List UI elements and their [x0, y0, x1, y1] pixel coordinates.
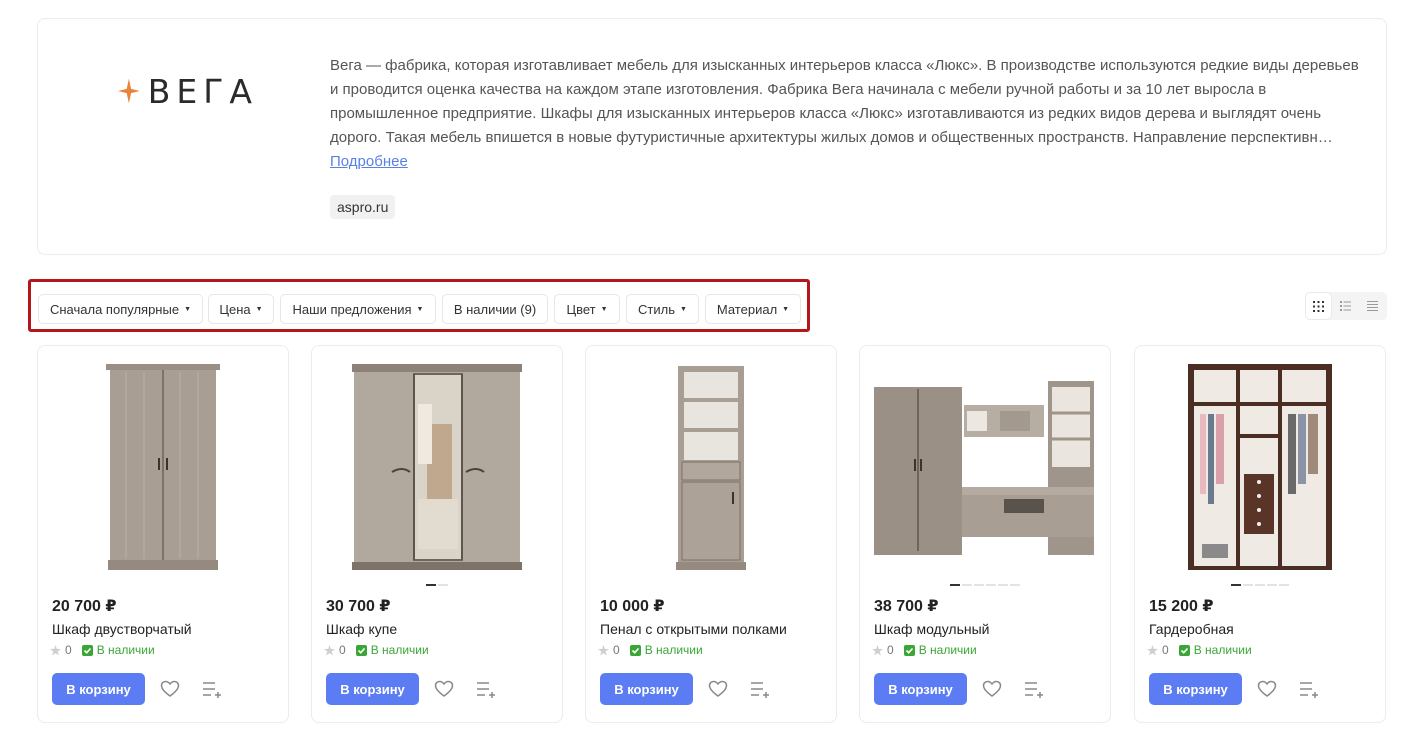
offers-filter[interactable]: Наши предложения ▼	[280, 294, 436, 324]
filter-label: Цвет	[566, 301, 596, 317]
star-icon	[872, 644, 883, 656]
rating-count: 0	[65, 643, 72, 657]
product-meta: 0 В наличии	[872, 643, 977, 657]
product-name[interactable]: Пенал с открытыми полками	[600, 621, 787, 637]
compare-icon[interactable]	[476, 679, 498, 699]
heart-icon[interactable]	[1257, 679, 1277, 699]
product-card[interactable]: 38 700 ₽ Шкаф модульный 0 В наличии В ко…	[859, 345, 1111, 723]
stock-status: В наличии	[1193, 643, 1252, 657]
list-icon	[1340, 301, 1351, 311]
filter-label: Цена	[219, 301, 251, 317]
compare-icon[interactable]	[1024, 679, 1046, 699]
product-meta: 0 В наличии	[1147, 643, 1252, 657]
product-card[interactable]: 15 200 ₽ Гардеробная 0 В наличии В корзи…	[1134, 345, 1386, 723]
check-icon	[81, 644, 93, 656]
stock-status: В наличии	[918, 643, 977, 657]
heart-icon[interactable]	[160, 679, 180, 699]
product-price: 10 000 ₽	[600, 598, 665, 615]
heart-icon[interactable]	[982, 679, 1002, 699]
filter-label: Материал	[716, 301, 778, 317]
check-icon	[629, 644, 641, 656]
product-price: 38 700 ₽	[874, 598, 939, 615]
product-meta: 0 В наличии	[50, 643, 155, 657]
filter-label: Сначала популярные	[49, 301, 180, 317]
compare-icon[interactable]	[750, 679, 772, 699]
add-to-cart-button[interactable]: В корзину	[1149, 673, 1242, 705]
add-to-cart-button[interactable]: В корзину	[326, 673, 419, 705]
product-card[interactable]: 20 700 ₽ Шкаф двустворчатый 0 В наличии …	[37, 345, 289, 723]
filter-label: Стиль	[638, 301, 676, 317]
rating-count: 0	[887, 643, 894, 657]
rating-count: 0	[339, 643, 346, 657]
heart-icon[interactable]	[434, 679, 454, 699]
grid-view-button[interactable]	[1305, 292, 1332, 320]
product-price: 20 700 ₽	[52, 598, 117, 615]
image-slider-dots[interactable]	[312, 584, 562, 587]
image-slider-dots[interactable]	[1135, 584, 1385, 587]
check-icon	[1178, 644, 1190, 656]
color-filter[interactable]: Цвет ▼	[554, 294, 620, 324]
product-card[interactable]: 10 000 ₽ Пенал с открытыми полками 0 В н…	[585, 345, 837, 723]
brand-card: ВЕГА Вега — фабрика, которая изготавлива…	[37, 18, 1387, 255]
product-meta: 0 В наличии	[324, 643, 429, 657]
compare-icon[interactable]	[1299, 679, 1321, 699]
add-to-cart-button[interactable]: В корзину	[52, 673, 145, 705]
brand-description-text: Вега — фабрика, которая изготавливает ме…	[330, 57, 1359, 146]
check-icon	[355, 644, 367, 656]
table-icon	[1367, 301, 1378, 311]
star-icon	[324, 644, 335, 656]
brand-description: Вега — фабрика, которая изготавливает ме…	[330, 54, 1360, 174]
product-price: 30 700 ₽	[326, 598, 391, 615]
heart-icon[interactable]	[708, 679, 728, 699]
read-more-link[interactable]: Подробнее	[330, 152, 408, 172]
caret-down-icon: ▼	[782, 305, 790, 313]
image-slider-dots[interactable]	[860, 584, 1110, 587]
star-logo-icon	[118, 78, 140, 104]
caret-down-icon: ▼	[416, 305, 424, 313]
stock-status: В наличии	[370, 643, 429, 657]
product-image[interactable]	[312, 358, 562, 580]
star-icon	[50, 644, 61, 656]
caret-down-icon: ▼	[680, 305, 687, 313]
product-card[interactable]: 30 700 ₽ Шкаф купе 0 В наличии В корзину	[311, 345, 563, 723]
product-image[interactable]	[1135, 358, 1385, 580]
compare-icon[interactable]	[202, 679, 224, 699]
add-to-cart-button[interactable]: В корзину	[600, 673, 693, 705]
filter-bar: Сначала популярные ▼ Цена ▼ Наши предложен…	[28, 279, 810, 332]
caret-down-icon: ▼	[184, 305, 191, 313]
stock-status: В наличии	[96, 643, 155, 657]
product-image[interactable]	[586, 358, 836, 580]
view-switch	[1305, 292, 1387, 320]
in-stock-filter[interactable]: В наличии (9)	[442, 294, 548, 324]
table-view-button[interactable]	[1359, 292, 1386, 320]
brand-logo[interactable]: ВЕГА	[118, 71, 258, 111]
material-filter[interactable]: Материал ▼	[705, 294, 801, 324]
filter-label: В наличии (9)	[453, 301, 537, 317]
rating-count: 0	[613, 643, 620, 657]
add-to-cart-button[interactable]: В корзину	[874, 673, 967, 705]
product-name[interactable]: Гардеробная	[1149, 621, 1234, 637]
caret-down-icon: ▼	[600, 305, 608, 313]
brand-logo-text: ВЕГА	[147, 71, 258, 111]
star-icon	[1147, 644, 1158, 656]
check-icon	[903, 644, 915, 656]
filter-label: Наши предложения	[292, 301, 412, 317]
style-filter[interactable]: Стиль ▼	[626, 294, 699, 324]
grid-icon	[1313, 300, 1324, 312]
stock-status: В наличии	[644, 643, 703, 657]
site-chip[interactable]: aspro.ru	[330, 195, 396, 219]
rating-count: 0	[1162, 643, 1169, 657]
product-name[interactable]: Шкаф купе	[326, 621, 397, 637]
star-icon	[598, 644, 609, 656]
product-name[interactable]: Шкаф модульный	[874, 621, 990, 637]
product-name[interactable]: Шкаф двустворчатый	[52, 621, 192, 637]
product-image[interactable]	[38, 358, 288, 580]
list-view-button[interactable]	[1332, 292, 1359, 320]
product-price: 15 200 ₽	[1149, 598, 1214, 615]
sort-filter[interactable]: Сначала популярные ▼	[38, 294, 203, 324]
caret-down-icon: ▼	[255, 305, 263, 313]
product-meta: 0 В наличии	[598, 643, 703, 657]
price-filter[interactable]: Цена ▼	[208, 294, 274, 324]
product-image[interactable]	[860, 358, 1110, 580]
